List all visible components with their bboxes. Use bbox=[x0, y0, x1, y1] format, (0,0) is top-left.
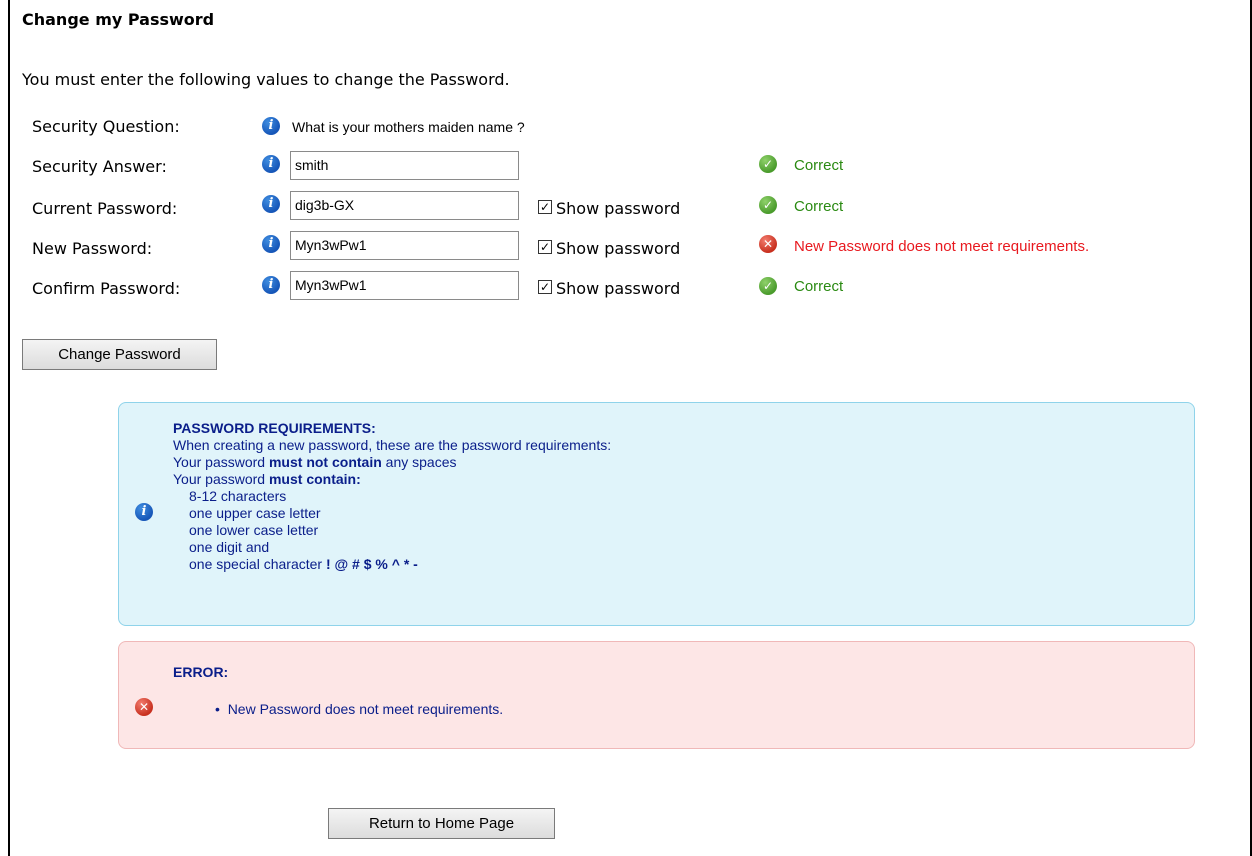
info-icon[interactable]: i bbox=[262, 155, 280, 173]
security-question-text: What is your mothers maiden name ? bbox=[292, 119, 525, 135]
new-password-status: New Password does not meet requirements. bbox=[794, 238, 1090, 255]
change-password-button[interactable]: Change Password bbox=[22, 339, 217, 370]
check-circle-icon: ✓ bbox=[759, 155, 777, 173]
info-icon[interactable]: i bbox=[262, 117, 280, 135]
show-password-label[interactable]: Show password bbox=[556, 239, 680, 258]
confirm-password-label: Confirm Password: bbox=[32, 279, 181, 298]
check-circle-icon: ✓ bbox=[759, 196, 777, 214]
error-message: New Password does not meet requirements. bbox=[227, 701, 504, 717]
new-password-input[interactable]: Myn3wPw1 bbox=[290, 231, 519, 260]
x-circle-icon: ✕ bbox=[135, 698, 153, 716]
security-answer-input[interactable]: smith bbox=[290, 151, 519, 180]
intro-text: You must enter the following values to c… bbox=[22, 70, 510, 89]
info-icon[interactable]: i bbox=[262, 276, 280, 294]
requirement-item: one digit and bbox=[189, 539, 270, 555]
check-circle-icon: ✓ bbox=[759, 277, 777, 295]
requirement-item-special: one special character ! @ # $ % ^ * - bbox=[189, 556, 418, 572]
current-password-status: Correct bbox=[794, 198, 844, 215]
confirm-password-status: Correct bbox=[794, 278, 844, 295]
error-box: ✕ ERROR: • New Password does not meet re… bbox=[118, 641, 1195, 749]
new-password-label: New Password: bbox=[32, 239, 153, 258]
security-answer-label: Security Answer: bbox=[32, 157, 167, 176]
page-title: Change my Password bbox=[22, 10, 215, 29]
return-home-button[interactable]: Return to Home Page bbox=[328, 808, 555, 839]
password-requirements-box: i PASSWORD REQUIREMENTS: When creating a… bbox=[118, 402, 1195, 626]
requirement-item: 8-12 characters bbox=[189, 488, 287, 504]
requirements-content: PASSWORD REQUIREMENTS: When creating a n… bbox=[173, 420, 611, 573]
security-question-label: Security Question: bbox=[32, 117, 180, 136]
show-password-label[interactable]: Show password bbox=[556, 199, 680, 218]
page-frame: Change my Password You must enter the fo… bbox=[8, 0, 1252, 856]
requirements-line: When creating a new password, these are … bbox=[173, 437, 612, 453]
show-new-password-checkbox[interactable]: ✓ bbox=[538, 240, 552, 254]
info-icon: i bbox=[135, 503, 153, 521]
current-password-input[interactable]: dig3b-GX bbox=[290, 191, 519, 220]
requirement-item: one upper case letter bbox=[189, 505, 321, 521]
show-confirm-password-checkbox[interactable]: ✓ bbox=[538, 280, 552, 294]
requirement-item: one lower case letter bbox=[189, 522, 319, 538]
requirements-no-spaces: Your password must not contain any space… bbox=[173, 454, 457, 470]
bullet: • bbox=[215, 701, 228, 717]
info-icon[interactable]: i bbox=[262, 235, 280, 253]
show-password-label[interactable]: Show password bbox=[556, 279, 680, 298]
current-password-label: Current Password: bbox=[32, 199, 178, 218]
error-message-item: • New Password does not meet requirement… bbox=[215, 701, 503, 718]
x-circle-icon: ✕ bbox=[759, 235, 777, 253]
show-current-password-checkbox[interactable]: ✓ bbox=[538, 200, 552, 214]
error-heading: ERROR: bbox=[173, 664, 229, 680]
requirements-heading: PASSWORD REQUIREMENTS: bbox=[173, 420, 376, 436]
confirm-password-input[interactable]: Myn3wPw1 bbox=[290, 271, 519, 300]
info-icon[interactable]: i bbox=[262, 195, 280, 213]
requirements-must-contain: Your password must contain: bbox=[173, 471, 361, 487]
security-answer-status: Correct bbox=[794, 157, 844, 174]
